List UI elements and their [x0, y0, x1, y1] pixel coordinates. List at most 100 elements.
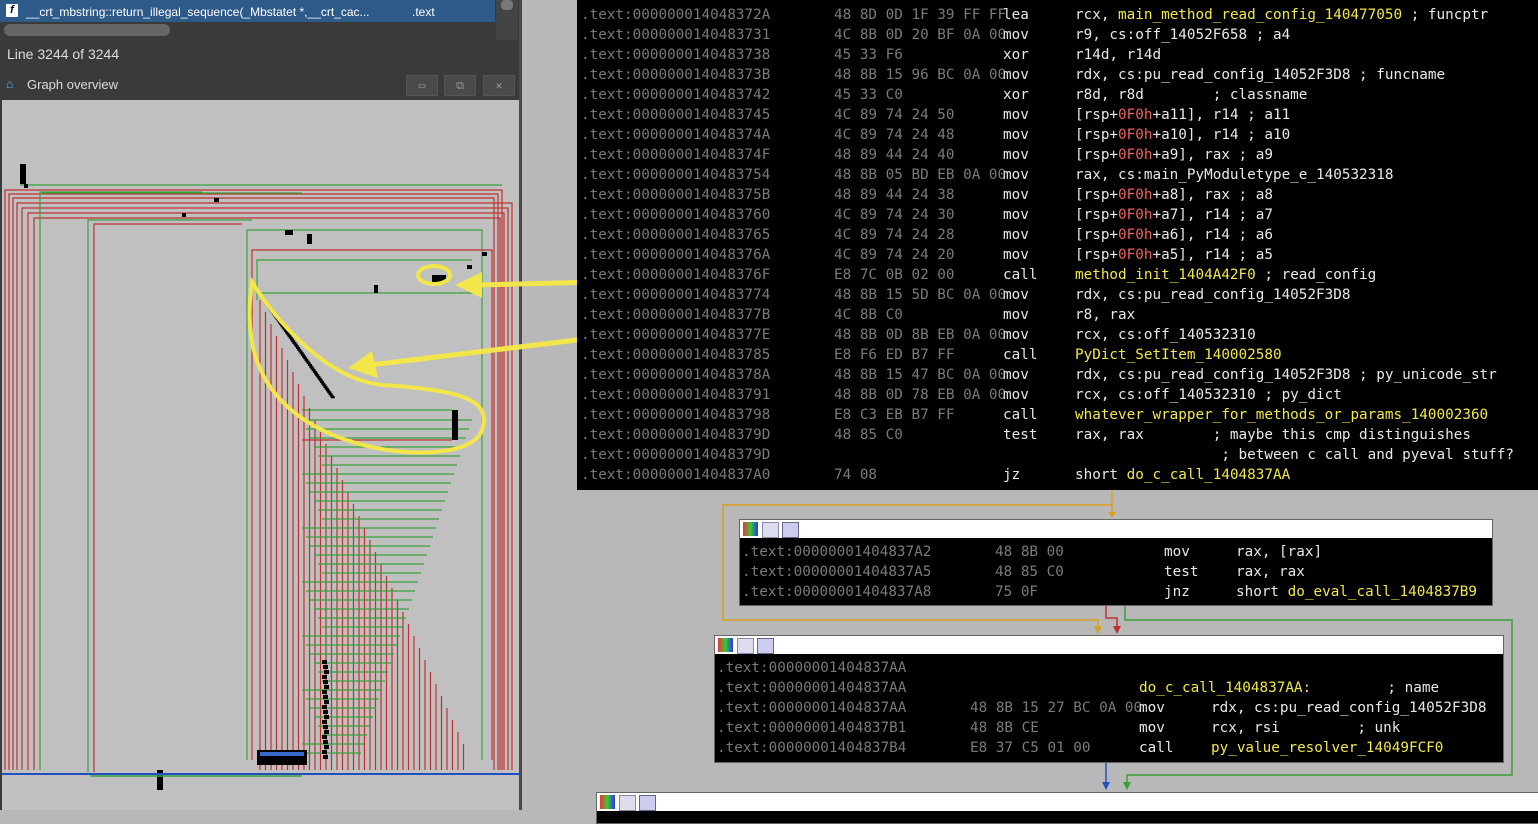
opcode-bytes: E8 F6 ED B7 FF [834, 347, 955, 363]
opcode-bytes: E8 C3 EB B7 FF [834, 407, 955, 423]
opcode-bytes: 48 8D 0D 1F 39 FF FF [834, 7, 1007, 23]
disassembly-block-4[interactable] [596, 792, 1538, 824]
block-header [715, 636, 1503, 654]
opcode-bytes: 4C 89 74 24 28 [834, 227, 955, 243]
color-icon[interactable] [600, 795, 615, 809]
mnemonic: mov [1003, 307, 1029, 323]
operand-text: short [1075, 467, 1127, 483]
block-header [597, 793, 1538, 811]
operand-text: [rsp+ [1075, 107, 1119, 123]
mnemonic: test [1003, 427, 1038, 443]
symbol-reference[interactable]: PyDict_SetItem_140002580 [1075, 347, 1282, 363]
mnemonic: mov [1003, 387, 1029, 403]
mnemonic: mov [1164, 544, 1190, 560]
edit-icon[interactable] [737, 638, 754, 654]
opcode-bytes: 4C 89 74 24 50 [834, 107, 955, 123]
graph-icon[interactable] [757, 638, 774, 654]
mnemonic: mov [1003, 207, 1029, 223]
opcode-bytes: 75 0F [995, 584, 1039, 600]
address: .text:000000014048376F [581, 267, 771, 283]
symbol-reference[interactable]: do_eval_call_1404837B9 [1288, 584, 1477, 600]
address: .text:0000000140483774 [581, 287, 771, 303]
mnemonic: call [1139, 740, 1174, 756]
address: .text:0000000140483745 [581, 107, 771, 123]
operands: [rsp+0F0h+a7], r14 ; a7 [1075, 205, 1273, 225]
operand-text: ; between c call and pyeval stuff? [1075, 447, 1514, 463]
opcode-bytes: 74 08 [834, 467, 878, 483]
opcode-bytes: 45 33 C0 [834, 87, 903, 103]
operand-text: rdx, cs:pu_read_config_14052F3D8 [1075, 287, 1351, 303]
symbol-reference[interactable]: main_method_read_config_140477050 [1118, 7, 1402, 23]
opcode-bytes: 48 85 C0 [834, 427, 903, 443]
operand-text: r9, cs:off_14052F658 ; a4 [1075, 27, 1291, 43]
opcode-bytes: 4C 89 74 24 20 [834, 247, 955, 263]
edit-icon[interactable] [762, 522, 779, 538]
disassembly-block-main[interactable]: .text:000000014048372A 48 8D 0D 1F 39 FF … [577, 0, 1538, 490]
opcode-bytes: 48 8B 05 BD EB 0A 00 [834, 167, 1007, 183]
operands: rax, rax [1236, 562, 1305, 582]
address: .text:000000014048374A [581, 127, 771, 143]
operand-text: +a7], r14 ; a7 [1152, 207, 1273, 223]
symbol-reference[interactable]: do_c_call_1404837AA [1127, 467, 1291, 483]
edit-icon[interactable] [619, 795, 636, 811]
disassembly-block-3[interactable]: .text:00000001404837AA .text:000000014048… [714, 635, 1504, 763]
operand-text: r8d, r8d ; classname [1075, 87, 1308, 103]
color-icon[interactable] [718, 638, 733, 652]
address: .text:000000014048379D [581, 427, 771, 443]
mnemonic: mov [1003, 367, 1029, 383]
symbol-reference[interactable]: method_init_1404A42F0 [1075, 267, 1256, 283]
code-label[interactable]: do_c_call_1404837AA: [1139, 678, 1311, 698]
operand-text: [rsp+ [1075, 227, 1119, 243]
opcode-bytes: 4C 89 74 24 48 [834, 127, 955, 143]
mnemonic: xor [1003, 47, 1029, 63]
mnemonic: mov [1003, 27, 1029, 43]
operand-text: 0F0h [1118, 147, 1153, 163]
graph-icon[interactable] [782, 522, 799, 538]
operands: rdx, cs:pu_read_config_14052F3D8 ; py_un… [1075, 365, 1497, 385]
address: .text:0000000140483731 [581, 27, 771, 43]
opcode-bytes: 48 8B 15 96 BC 0A 00 [834, 67, 1007, 83]
operands: rcx, cs:off_140532310 ; py_dict [1075, 385, 1342, 405]
operand-text: r8, rax [1075, 307, 1136, 323]
symbol-reference[interactable]: py_value_resolver_14049FCF0 [1211, 740, 1443, 756]
opcode-bytes: 4C 89 74 24 30 [834, 207, 955, 223]
operand-text: [rsp+ [1075, 147, 1119, 163]
mnemonic: mov [1003, 227, 1029, 243]
symbol-reference[interactable]: whatever_wrapper_for_methods_or_params_1… [1075, 407, 1488, 423]
address: .text:0000000140483765 [581, 227, 771, 243]
operand-text: +a10], r14 ; a10 [1152, 127, 1291, 143]
mnemonic: mov [1139, 720, 1165, 736]
operands: rdx, cs:pu_read_config_14052F3D8 [1211, 698, 1486, 718]
mnemonic: mov [1139, 700, 1165, 716]
color-icon[interactable] [743, 522, 758, 536]
address: .text:0000000140483798 [581, 407, 771, 423]
mnemonic: jnz [1164, 584, 1190, 600]
mnemonic: mov [1003, 187, 1029, 203]
operand-text: +a8], rax ; a8 [1152, 187, 1273, 203]
operand-text: 0F0h [1118, 107, 1153, 123]
operand-text: ; name [1353, 680, 1440, 696]
operand-text: [rsp+ [1075, 127, 1119, 143]
opcode-bytes: 4C 8B C0 [834, 307, 903, 323]
operands: [rsp+0F0h+a11], r14 ; a11 [1075, 105, 1290, 125]
mnemonic: call [1003, 407, 1038, 423]
operand-text: [rsp+ [1075, 187, 1119, 203]
mnemonic: call [1003, 267, 1038, 283]
address: .text:000000014048373B [581, 67, 771, 83]
address: .text:00000001404837AA [717, 660, 907, 676]
opcode-bytes: 48 8B 15 5D BC 0A 00 [834, 287, 1007, 303]
graph-icon[interactable] [639, 795, 656, 811]
mnemonic: jz [1003, 467, 1021, 483]
opcode-bytes: E8 37 C5 01 00 [970, 740, 1091, 756]
operands: method_init_1404A42F0 ; read_config [1075, 265, 1376, 285]
address: .text:000000014048377E [581, 327, 771, 343]
operands: PyDict_SetItem_140002580 [1075, 345, 1282, 365]
opcode-bytes: 48 8B 0D 8B EB 0A 00 [834, 327, 1007, 343]
address: .text:00000001404837B1 [717, 720, 907, 736]
address: .text:00000001404837A2 [742, 544, 932, 560]
operand-text: ; read_config [1255, 267, 1377, 283]
operand-text: 0F0h [1118, 227, 1153, 243]
disassembly-block-2[interactable]: .text:00000001404837A2 48 8B 00 mov rax, [r… [739, 519, 1493, 606]
mnemonic: mov [1003, 247, 1029, 263]
address: .text:00000001404837AA [717, 680, 907, 696]
